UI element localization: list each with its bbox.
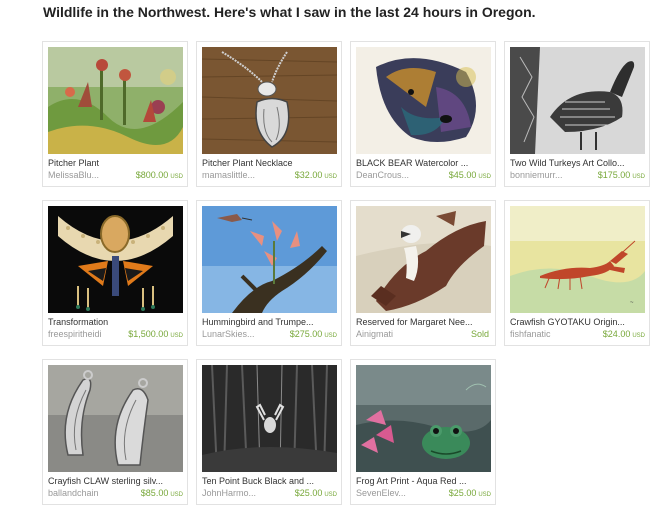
shop-name[interactable]: fishfanatic bbox=[510, 329, 582, 340]
shop-name[interactable]: bonniemurr... bbox=[510, 170, 582, 181]
listing-title[interactable]: Reserved for Margaret Nee... bbox=[356, 317, 494, 328]
listing-title[interactable]: Crawfish GYOTAKU Origin... bbox=[510, 317, 648, 328]
listing-title[interactable]: BLACK BEAR Watercolor ... bbox=[356, 158, 494, 169]
listing-image-frog-art-print[interactable] bbox=[356, 365, 491, 472]
listing-title[interactable]: Transformation bbox=[48, 317, 186, 328]
listing-price: $25.00 USD bbox=[294, 488, 337, 498]
listing-image-pitcher-plant[interactable] bbox=[48, 47, 183, 154]
listing-price: $25.00 USD bbox=[448, 488, 491, 498]
listing-card[interactable]: Hummingbird and Trumpe... LunarSkies... … bbox=[196, 200, 342, 346]
listing-card[interactable]: Two Wild Turkeys Art Collo... bonniemurr… bbox=[504, 41, 650, 187]
listing-title[interactable]: Two Wild Turkeys Art Collo... bbox=[510, 158, 648, 169]
listing-price: $800.00 USD bbox=[135, 170, 183, 180]
listing-image-transformation[interactable] bbox=[48, 206, 183, 313]
listing-title[interactable]: Frog Art Print - Aqua Red ... bbox=[356, 476, 494, 487]
listing-title[interactable]: Crayfish CLAW sterling silv... bbox=[48, 476, 186, 487]
listing-image-pitcher-plant-necklace[interactable] bbox=[202, 47, 337, 154]
listing-card[interactable]: Ten Point Buck Black and ... JohnHarmo..… bbox=[196, 359, 342, 505]
listing-title[interactable]: Pitcher Plant bbox=[48, 158, 186, 169]
shop-name[interactable]: Ainigmati bbox=[356, 329, 428, 340]
shop-name[interactable]: MelissaBlu... bbox=[48, 170, 120, 181]
listing-price: $175.00 USD bbox=[597, 170, 645, 180]
listing-card[interactable]: Crayfish CLAW sterling silv... ballandch… bbox=[42, 359, 188, 505]
listing-card[interactable]: Transformation freespiritheidi $1,500.00… bbox=[42, 200, 188, 346]
listing-title[interactable]: Ten Point Buck Black and ... bbox=[202, 476, 340, 487]
listing-image-hummingbird[interactable] bbox=[202, 206, 337, 313]
listing-price: $32.00 USD bbox=[294, 170, 337, 180]
shop-name[interactable]: JohnHarmo... bbox=[202, 488, 274, 499]
listing-price: $45.00 USD bbox=[448, 170, 491, 180]
shop-name[interactable]: LunarSkies... bbox=[202, 329, 274, 340]
listing-image-wild-turkeys[interactable] bbox=[510, 47, 645, 154]
listing-image-osprey[interactable] bbox=[356, 206, 491, 313]
listing-card[interactable]: Pitcher Plant Necklace mamaslittle... $3… bbox=[196, 41, 342, 187]
shop-name[interactable]: ballandchain bbox=[48, 488, 120, 499]
shop-name[interactable]: SevenElev... bbox=[356, 488, 428, 499]
listing-card[interactable]: BLACK BEAR Watercolor ... DeanCrous... $… bbox=[350, 41, 496, 187]
listing-image-ten-point-buck[interactable] bbox=[202, 365, 337, 472]
listing-image-crayfish-claw[interactable] bbox=[48, 365, 183, 472]
sold-badge: Sold bbox=[470, 329, 489, 339]
page-title: Wildlife in the Northwest. Here's what I… bbox=[43, 4, 536, 20]
listing-image-crawfish-gyotaku[interactable]: ~ bbox=[510, 206, 645, 313]
shop-name[interactable]: mamaslittle... bbox=[202, 170, 274, 181]
listing-price: $24.00 USD bbox=[602, 329, 645, 339]
shop-name[interactable]: DeanCrous... bbox=[356, 170, 428, 181]
shop-name[interactable]: freespiritheidi bbox=[48, 329, 120, 340]
listing-card[interactable]: Pitcher Plant MelissaBlu... $800.00 USD bbox=[42, 41, 188, 187]
listing-title[interactable]: Pitcher Plant Necklace bbox=[202, 158, 340, 169]
listing-card[interactable]: ~ Crawfish GYOTAKU Origin... fishfanatic… bbox=[504, 200, 650, 346]
listing-price: $275.00 USD bbox=[289, 329, 337, 339]
listing-image-black-bear[interactable] bbox=[356, 47, 491, 154]
listing-card[interactable]: Reserved for Margaret Nee... Ainigmati S… bbox=[350, 200, 496, 346]
listing-card[interactable]: Frog Art Print - Aqua Red ... SevenElev.… bbox=[350, 359, 496, 505]
listing-price: $1,500.00 USD bbox=[128, 329, 183, 339]
svg-text:~: ~ bbox=[630, 300, 634, 306]
listing-title[interactable]: Hummingbird and Trumpe... bbox=[202, 317, 340, 328]
listing-price: $85.00 USD bbox=[140, 488, 183, 498]
